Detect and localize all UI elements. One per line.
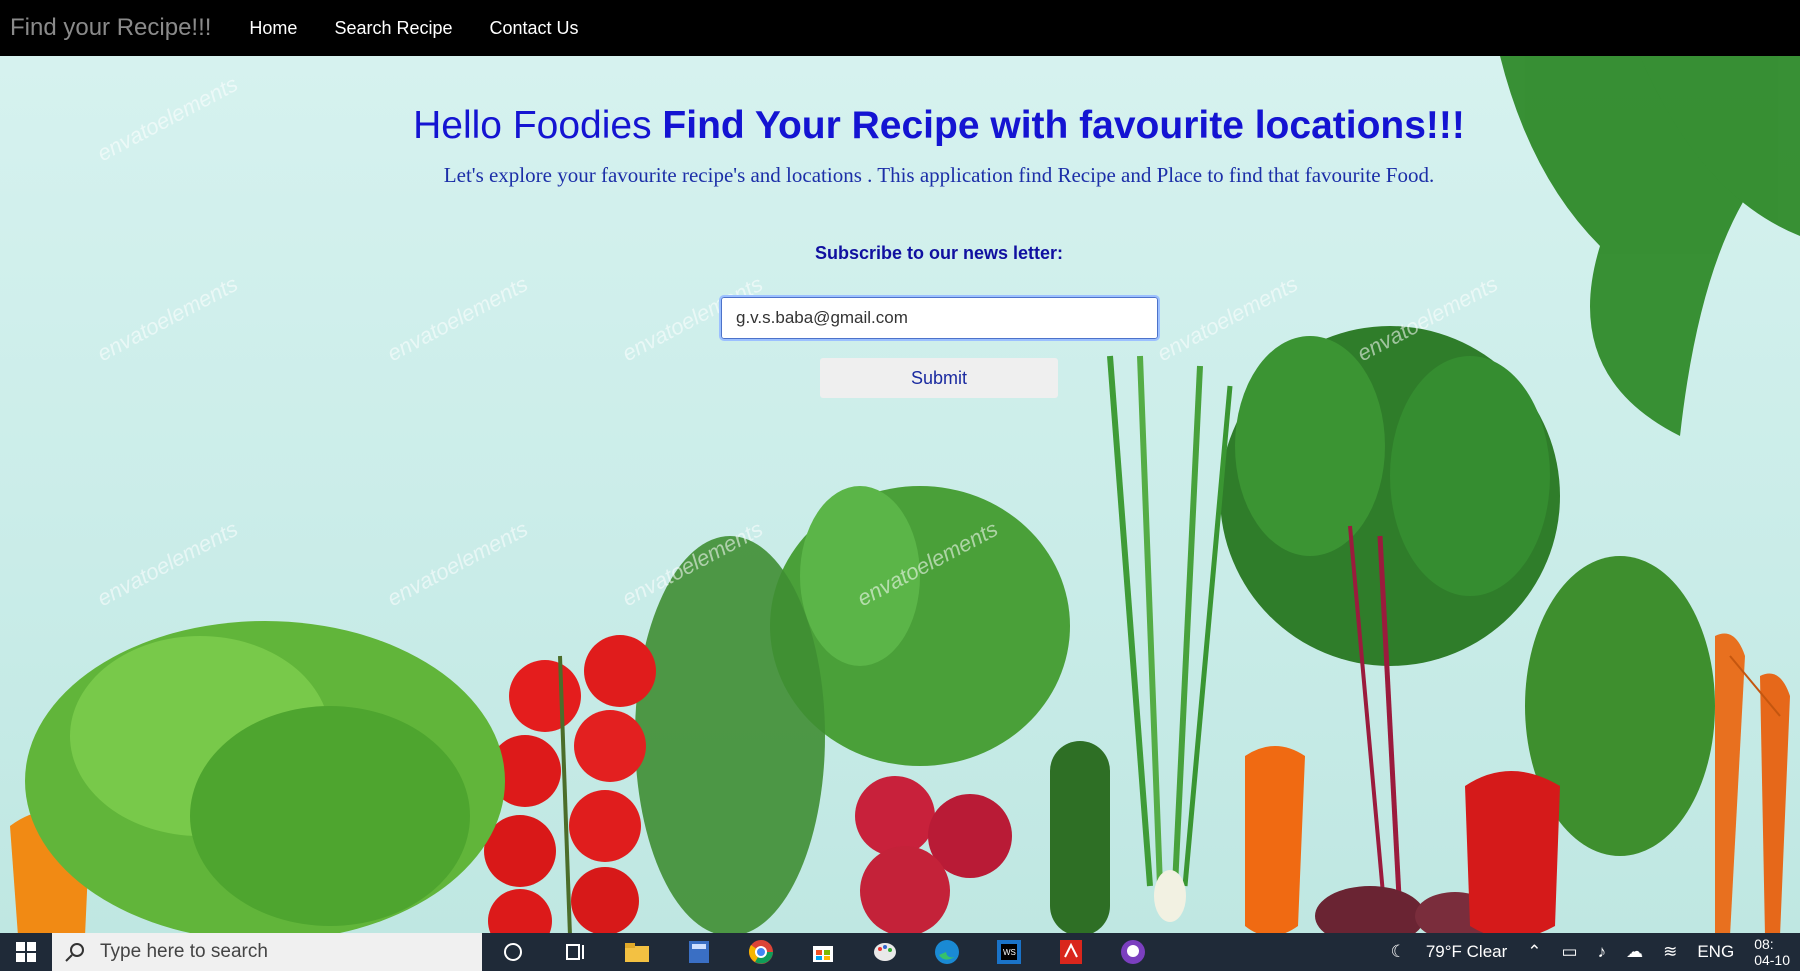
clock[interactable]: 08: 04-10 bbox=[1754, 936, 1790, 968]
webstorm-icon[interactable]: WS bbox=[978, 933, 1040, 971]
volume-icon[interactable]: ♪ bbox=[1598, 942, 1607, 962]
chevron-up-icon[interactable]: ⌃ bbox=[1527, 942, 1541, 962]
title-greeting: Hello Foodies bbox=[413, 104, 663, 147]
taskbar-search-placeholder: Type here to search bbox=[100, 941, 268, 962]
paint-icon[interactable] bbox=[854, 933, 916, 971]
taskbar-search-input[interactable]: Type here to search bbox=[52, 933, 482, 971]
chrome-icon[interactable] bbox=[730, 933, 792, 971]
submit-button[interactable]: Submit bbox=[820, 358, 1058, 398]
nav-link-contact-us[interactable]: Contact Us bbox=[490, 18, 579, 39]
pdf-reader-icon[interactable] bbox=[1040, 933, 1102, 971]
system-tray: ☾ 79°F Clear ⌃ ▭ ♪ ☁ ≋ ENG 08: 04-10 bbox=[1381, 936, 1800, 968]
page-subtitle: Let's explore your favourite recipe's an… bbox=[443, 163, 1435, 187]
cloud-icon[interactable]: ☁ bbox=[1626, 942, 1643, 962]
windows-start-icon[interactable] bbox=[0, 933, 52, 971]
email-field[interactable] bbox=[719, 295, 1160, 341]
clock-time: 08: bbox=[1754, 936, 1774, 952]
task-view-icon[interactable] bbox=[544, 933, 606, 971]
wifi-icon[interactable]: ≋ bbox=[1663, 942, 1677, 962]
brand-logo[interactable]: Find your Recipe!!! bbox=[10, 14, 211, 42]
file-explorer-icon[interactable] bbox=[606, 933, 668, 971]
top-navbar: Find your Recipe!!! Home Search Recipe C… bbox=[0, 0, 1800, 56]
language-indicator[interactable]: ENG bbox=[1697, 942, 1734, 962]
cortana-icon[interactable] bbox=[482, 933, 544, 971]
edge-icon[interactable] bbox=[916, 933, 978, 971]
weather-text[interactable]: 79°F Clear bbox=[1426, 942, 1507, 962]
svg-text:WS: WS bbox=[1003, 948, 1016, 957]
github-desktop-icon[interactable] bbox=[1102, 933, 1164, 971]
battery-icon[interactable]: ▭ bbox=[1562, 942, 1578, 962]
clock-date: 04-10 bbox=[1754, 952, 1790, 968]
title-emphasis: Find Your Recipe with favourite location… bbox=[662, 104, 1465, 147]
page-title: Hello Foodies Find Your Recipe with favo… bbox=[0, 104, 1800, 148]
newsletter-label: Subscribe to our news letter: bbox=[814, 243, 1064, 263]
nav-link-search-recipe[interactable]: Search Recipe bbox=[334, 18, 452, 39]
moon-icon: ☾ bbox=[1390, 942, 1406, 961]
windows-taskbar: Type here to search WS ☾ 79°F Clear ⌃ ▭ … bbox=[0, 933, 1800, 971]
search-icon bbox=[65, 943, 84, 962]
calculator-icon[interactable] bbox=[668, 933, 730, 971]
store-icon[interactable] bbox=[792, 933, 854, 971]
nav-link-home[interactable]: Home bbox=[249, 18, 297, 39]
hero-section: envatoelements envatoelements envatoelem… bbox=[0, 56, 1800, 933]
